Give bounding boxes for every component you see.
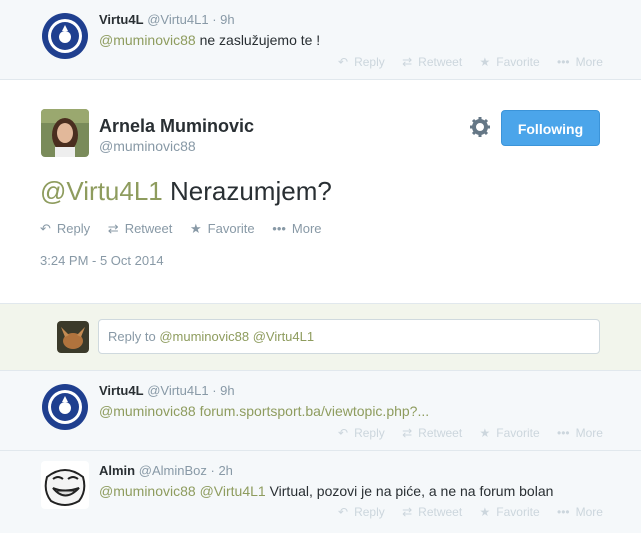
mention-link[interactable]: @Virtu4L1 xyxy=(40,176,163,206)
star-icon: ★ xyxy=(479,505,491,519)
favorite-action[interactable]: ★ Favorite xyxy=(190,222,255,236)
screen-name[interactable]: @muminovic88 xyxy=(99,138,196,154)
tweet-actions: ↶ Reply ⇄ Retweet ★ Favorite ••• More xyxy=(338,55,617,69)
reply-action[interactable]: ↶ Reply xyxy=(338,55,385,69)
more-action[interactable]: ••• More xyxy=(272,222,321,236)
retweet-label: Retweet xyxy=(418,55,463,69)
club-crest-logo xyxy=(42,13,88,59)
retweet-action[interactable]: ⇄ Retweet xyxy=(402,505,462,519)
tweet-text: ne zaslužujemo te ! xyxy=(195,32,321,48)
profile-photo xyxy=(41,109,89,157)
more-label: More xyxy=(291,221,322,236)
reply-icon: ↶ xyxy=(338,505,349,519)
star-icon: ★ xyxy=(190,221,202,236)
reply-label: Reply xyxy=(354,426,385,440)
retweet-action[interactable]: ⇄ Retweet xyxy=(402,55,462,69)
tweet-text: Virtual, pozovi je na piće, a ne na foru… xyxy=(265,483,554,499)
reply-action[interactable]: ↶ Reply xyxy=(338,505,385,519)
star-icon: ★ xyxy=(479,426,491,440)
user-name[interactable]: Virtu4L xyxy=(99,12,144,27)
more-action[interactable]: ••• More xyxy=(557,426,603,440)
reply-icon: ↶ xyxy=(40,221,51,236)
reply-action[interactable]: ↶ Reply xyxy=(338,426,385,440)
more-icon: ••• xyxy=(557,505,570,519)
retweet-action[interactable]: ⇄ Retweet xyxy=(402,426,462,440)
user-handle[interactable]: @AlminBoz xyxy=(139,463,207,478)
tweet-time[interactable]: 9h xyxy=(220,12,234,27)
favorite-label: Favorite xyxy=(496,426,540,440)
separator: · xyxy=(212,383,217,398)
favorite-action[interactable]: ★ Favorite xyxy=(480,55,540,69)
tweet-actions: ↶ Reply ⇄ Retweet ★ Favorite ••• More xyxy=(338,505,617,519)
following-button[interactable]: Following xyxy=(501,110,600,146)
retweet-label: Retweet xyxy=(124,221,173,236)
reply-label: Reply xyxy=(56,221,91,236)
user-handle[interactable]: @Virtu4L1 xyxy=(147,12,208,27)
avatar[interactable] xyxy=(41,12,89,60)
favorite-label: Favorite xyxy=(207,221,255,236)
retweet-icon: ⇄ xyxy=(107,221,119,236)
reply-mention-1: @muminovic88 xyxy=(159,329,250,344)
separator: · xyxy=(212,12,217,27)
reply-prefix: Reply to xyxy=(108,329,160,344)
tweet-actions: ↶ Reply ⇄ Retweet ★ Favorite ••• More xyxy=(40,222,336,236)
retweet-icon: ⇄ xyxy=(402,55,413,69)
context-tweet[interactable]: Virtu4L @Virtu4L1 · 9h @muminovic88 ne z… xyxy=(0,0,641,80)
tweet-text: Nerazumjem? xyxy=(162,176,332,206)
favorite-label: Favorite xyxy=(496,55,540,69)
star-icon: ★ xyxy=(479,55,491,69)
avatar[interactable] xyxy=(41,461,89,509)
user-avatar-image xyxy=(57,321,89,353)
retweet-icon: ⇄ xyxy=(402,505,413,519)
separator: · xyxy=(210,463,215,478)
retweet-icon: ⇄ xyxy=(402,426,413,440)
reply-tweet[interactable]: Almin @AlminBoz · 2h @muminovic88 @Virtu… xyxy=(0,451,641,533)
tweet-link[interactable]: forum.sportsport.ba/viewtopic.php?... xyxy=(196,403,430,419)
reply-tweet[interactable]: Virtu4L @Virtu4L1 · 9h @muminovic88 foru… xyxy=(0,371,641,451)
more-icon: ••• xyxy=(272,221,286,236)
tweet-time[interactable]: 2h xyxy=(218,463,232,478)
avatar[interactable] xyxy=(41,383,89,431)
gear-icon[interactable] xyxy=(470,117,490,137)
reply-action[interactable]: ↶ Reply xyxy=(40,222,90,236)
more-icon: ••• xyxy=(557,55,570,69)
favorite-label: Favorite xyxy=(496,505,540,519)
mention-link[interactable]: @muminovic88 xyxy=(99,403,196,419)
favorite-action[interactable]: ★ Favorite xyxy=(480,505,540,519)
avatar xyxy=(57,321,89,353)
reply-label: Reply xyxy=(354,505,385,519)
more-icon: ••• xyxy=(557,426,570,440)
reply-label: Reply xyxy=(354,55,385,69)
favorite-action[interactable]: ★ Favorite xyxy=(480,426,540,440)
display-name[interactable]: Arnela Muminovic xyxy=(99,116,254,137)
club-crest-logo xyxy=(42,384,88,430)
mention-link[interactable]: @muminovic88 @Virtu4L1 xyxy=(99,483,266,499)
retweet-action[interactable]: ⇄ Retweet xyxy=(108,222,173,236)
retweet-label: Retweet xyxy=(418,505,463,519)
reply-input[interactable]: Reply to @muminovic88 @Virtu4L1 xyxy=(98,319,600,354)
tweet-timestamp[interactable]: 3:24 PM - 5 Oct 2014 xyxy=(40,253,164,268)
retweet-label: Retweet xyxy=(418,426,463,440)
more-action[interactable]: ••• More xyxy=(557,505,603,519)
permalink-tweet: Arnela Muminovic @muminovic88 Following … xyxy=(0,80,641,304)
more-action[interactable]: ••• More xyxy=(557,55,603,69)
tweet-actions: ↶ Reply ⇄ Retweet ★ Favorite ••• More xyxy=(338,426,617,440)
mention-link[interactable]: @muminovic88 xyxy=(99,32,196,48)
more-label: More xyxy=(575,426,603,440)
reply-icon: ↶ xyxy=(338,55,349,69)
tweet-time[interactable]: 9h xyxy=(220,383,234,398)
more-label: More xyxy=(575,505,603,519)
reply-mention-2: @Virtu4L1 xyxy=(252,329,315,344)
user-name[interactable]: Virtu4L xyxy=(99,383,144,398)
more-label: More xyxy=(575,55,603,69)
reply-icon: ↶ xyxy=(338,426,349,440)
avatar[interactable] xyxy=(41,109,89,157)
user-handle[interactable]: @Virtu4L1 xyxy=(147,383,208,398)
user-name[interactable]: Almin xyxy=(99,463,135,478)
trollface-avatar xyxy=(41,461,89,509)
